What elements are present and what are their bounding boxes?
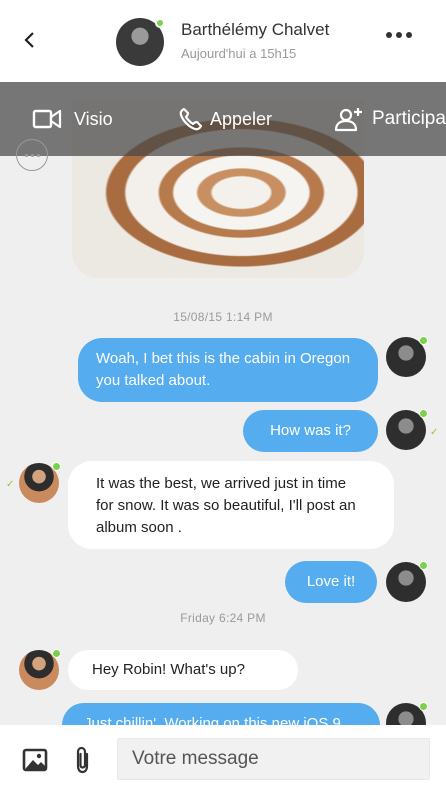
read-check-icon: ✓ — [6, 479, 15, 490]
more-options-button[interactable] — [386, 32, 412, 38]
audio-call-button[interactable]: Appeler — [178, 106, 272, 132]
avatar[interactable] — [386, 409, 428, 450]
message-bubble-incoming[interactable]: Hey Robin! What's up? — [68, 650, 298, 690]
read-check-icon: ✓ — [430, 427, 439, 438]
phone-icon — [179, 107, 203, 131]
message-text: It was the best, we arrived just in time… — [96, 475, 356, 536]
call-action-bar: Visio Appeler Participa — [0, 82, 446, 156]
audio-call-label: Appeler — [210, 108, 273, 129]
dot-icon — [386, 32, 392, 38]
timestamp: 15/08/15 1:14 PM — [173, 310, 273, 324]
message-bubble-outgoing[interactable]: Love it! — [285, 561, 377, 603]
contact-avatar[interactable] — [116, 18, 165, 66]
online-indicator — [52, 649, 61, 658]
online-indicator — [419, 409, 428, 418]
avatar[interactable] — [19, 649, 61, 690]
more-actions-button[interactable] — [16, 139, 48, 171]
chat-header: Barthélémy Chalvet Aujourd'hui a 15h15 — [0, 0, 446, 82]
avatar[interactable] — [386, 336, 428, 377]
dot-icon — [24, 153, 28, 157]
add-participants-button[interactable]: Participa — [334, 106, 446, 132]
message-text: Hey Robin! What's up? — [92, 661, 245, 678]
timestamp: Friday 6:24 PM — [180, 611, 266, 625]
message-input[interactable] — [117, 738, 430, 780]
avatar[interactable] — [19, 462, 61, 503]
video-camera-icon — [32, 109, 62, 129]
dot-icon — [406, 32, 412, 38]
dot-icon — [396, 32, 402, 38]
online-indicator — [419, 336, 428, 345]
message-text: Love it! — [306, 573, 356, 590]
last-seen-status: Aujourd'hui a 15h15 — [181, 46, 297, 61]
message-text: How was it? — [270, 422, 351, 439]
message-bubble-outgoing[interactable]: Woah, I bet this is the cabin in Oregon … — [78, 338, 378, 402]
online-indicator — [52, 462, 61, 471]
image-attach-icon[interactable] — [22, 748, 48, 772]
video-call-button[interactable]: Visio — [32, 106, 113, 132]
back-button[interactable] — [18, 28, 42, 52]
online-indicator — [419, 702, 428, 711]
message-bubble-incoming[interactable]: It was the best, we arrived just in time… — [68, 461, 394, 549]
message-bubble-outgoing[interactable]: How was it? — [243, 410, 378, 452]
video-call-label: Visio — [74, 108, 113, 129]
dot-icon — [30, 153, 34, 157]
chevron-left-icon — [24, 32, 34, 48]
message-text: Woah, I bet this is the cabin in Oregon … — [96, 350, 351, 389]
paperclip-icon[interactable] — [72, 746, 94, 774]
online-indicator — [155, 18, 165, 28]
contact-name[interactable]: Barthélémy Chalvet — [181, 20, 329, 40]
online-indicator — [419, 561, 428, 570]
dot-icon — [36, 153, 40, 157]
add-participants-label: Participa — [372, 108, 446, 129]
avatar[interactable] — [386, 561, 428, 602]
add-user-icon — [334, 108, 362, 132]
